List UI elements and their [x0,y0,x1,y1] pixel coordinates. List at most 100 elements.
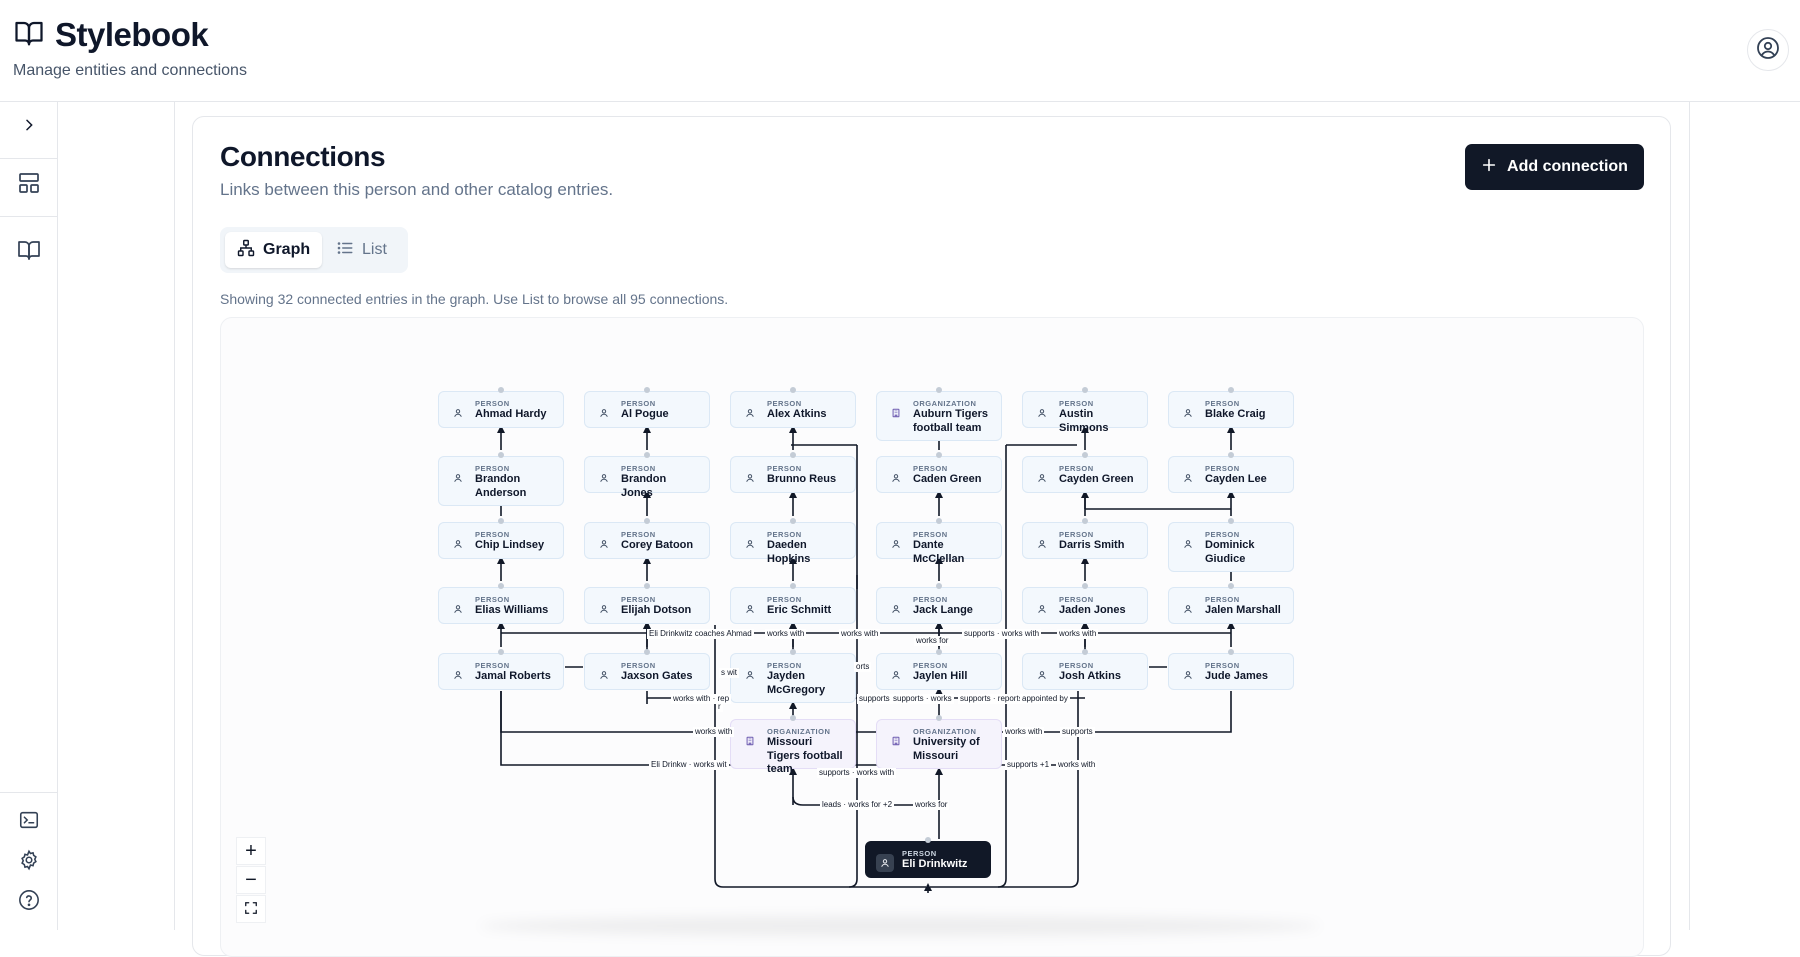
person-icon [1179,535,1197,553]
person-node[interactable]: PERSON Jack Lange [876,587,1002,624]
person-node[interactable]: PERSON Eric Schmitt [730,587,856,624]
person-node[interactable]: PERSON Darris Smith [1022,522,1148,559]
person-node[interactable]: PERSON Cayden Green [1022,456,1148,493]
plus-icon [1481,157,1497,178]
node-handle[interactable] [1228,452,1234,458]
sidebar-item-settings[interactable] [9,842,49,882]
person-node[interactable]: PERSON Elias Williams [438,587,564,624]
node-handle[interactable] [498,518,504,524]
person-node[interactable]: PERSON Jude James [1168,653,1294,690]
person-node[interactable]: PERSON Alex Atkins [730,391,856,428]
person-node[interactable]: PERSON Chip Lindsey [438,522,564,559]
org-node[interactable]: ORGANIZATION Auburn Tigers football team [876,391,1002,441]
node-type: PERSON [475,464,510,473]
node-name: Elijah Dotson [621,604,692,616]
person-node[interactable]: PERSON Jalen Marshall [1168,587,1294,624]
graph-canvas[interactable]: PERSON Ahmad Hardy PERSON Al Pogue PERSON Ale… [220,317,1644,957]
node-handle[interactable] [1082,649,1088,655]
sidebar-item-stylebook[interactable] [9,232,49,272]
node-handle[interactable] [1082,583,1088,589]
person-node[interactable]: PERSON Brandon Anderson [438,456,564,506]
node-handle[interactable] [790,452,796,458]
node-handle[interactable] [1228,583,1234,589]
person-node[interactable]: PERSON Cayden Lee [1168,456,1294,493]
tab-graph[interactable]: Graph [225,232,322,268]
person-node[interactable]: PERSON Jaylen Hill [876,653,1002,690]
node-name: Jaden Jones [1059,604,1126,616]
person-node[interactable]: PERSON Al Pogue [584,391,710,428]
node-handle[interactable] [1082,387,1088,393]
person-node[interactable]: PERSON Corey Batoon [584,522,710,559]
chevron-right-icon [21,117,37,138]
person-icon [595,404,613,422]
brand: Stylebook [13,16,209,54]
gear-icon [18,849,40,876]
node-name: Cayden Lee [1205,473,1267,485]
node-handle[interactable] [790,715,796,721]
node-name: Brandon Anderson [475,473,527,499]
person-node[interactable]: PERSON Caden Green [876,456,1002,493]
person-node[interactable]: PERSON Jayden McGregory [730,653,856,703]
person-node[interactable]: PERSON Brandon Jones [584,456,710,499]
node-handle[interactable] [790,649,796,655]
node-handle[interactable] [498,583,504,589]
person-icon [887,469,905,487]
node-handle[interactable] [936,649,942,655]
add-connection-button[interactable]: Add connection [1465,144,1644,190]
sidebar-item-help[interactable] [9,882,49,922]
node-handle[interactable] [498,387,504,393]
node-handle[interactable] [936,518,942,524]
node-handle[interactable] [498,452,504,458]
person-icon [449,469,467,487]
node-handle[interactable] [925,837,931,843]
tab-list[interactable]: List [324,232,404,268]
node-handle[interactable] [790,387,796,393]
node-handle[interactable] [644,649,650,655]
node-type: PERSON [1059,464,1094,473]
node-handle[interactable] [498,649,504,655]
node-handle[interactable] [790,518,796,524]
fit-view-button[interactable] [236,895,266,923]
person-node[interactable]: PERSON Eli Drinkwitz [865,841,991,878]
zoom-out-button[interactable]: − [236,866,266,894]
node-name: Elias Williams [475,604,549,616]
node-handle[interactable] [644,387,650,393]
node-type: PERSON [913,530,948,539]
person-node[interactable]: PERSON Austin Simmons [1022,391,1148,434]
node-name: Jack Lange [913,604,973,616]
person-node[interactable]: PERSON Jamal Roberts [438,653,564,690]
node-handle[interactable] [644,452,650,458]
sidebar-item-layout[interactable] [9,165,49,205]
node-name: Jayden McGregory [767,670,826,696]
node-handle[interactable] [790,583,796,589]
person-node[interactable]: PERSON Jaxson Gates [584,653,710,690]
node-handle[interactable] [1228,649,1234,655]
person-node[interactable]: PERSON Daeden Hopkins [730,522,856,565]
zoom-in-button[interactable]: + [236,837,266,865]
node-handle[interactable] [936,715,942,721]
user-menu-button[interactable] [1747,29,1789,71]
person-node[interactable]: PERSON Josh Atkins [1022,653,1148,690]
person-node[interactable]: PERSON Ahmad Hardy [438,391,564,428]
expand-sidebar-button[interactable] [9,107,49,147]
node-handle[interactable] [1082,518,1088,524]
layout-icon [17,171,41,200]
node-handle[interactable] [644,518,650,524]
node-handle[interactable] [1228,387,1234,393]
person-node[interactable]: PERSON Elijah Dotson [584,587,710,624]
person-node[interactable]: PERSON Dante McClellan [876,522,1002,565]
org-node[interactable]: ORGANIZATION University of Missouri [876,719,1002,769]
node-handle[interactable] [644,583,650,589]
person-node[interactable]: PERSON Jaden Jones [1022,587,1148,624]
person-node[interactable]: PERSON Brunno Reus [730,456,856,493]
person-node[interactable]: PERSON Dominick Giudice [1168,522,1294,572]
person-node[interactable]: PERSON Blake Craig [1168,391,1294,428]
node-handle[interactable] [936,583,942,589]
node-handle[interactable] [936,387,942,393]
person-icon [449,600,467,618]
sidebar-item-terminal[interactable] [9,802,49,842]
node-handle[interactable] [936,452,942,458]
node-handle[interactable] [1228,518,1234,524]
org-node[interactable]: ORGANIZATION Missouri Tigers football tea… [730,719,856,775]
node-handle[interactable] [1082,452,1088,458]
